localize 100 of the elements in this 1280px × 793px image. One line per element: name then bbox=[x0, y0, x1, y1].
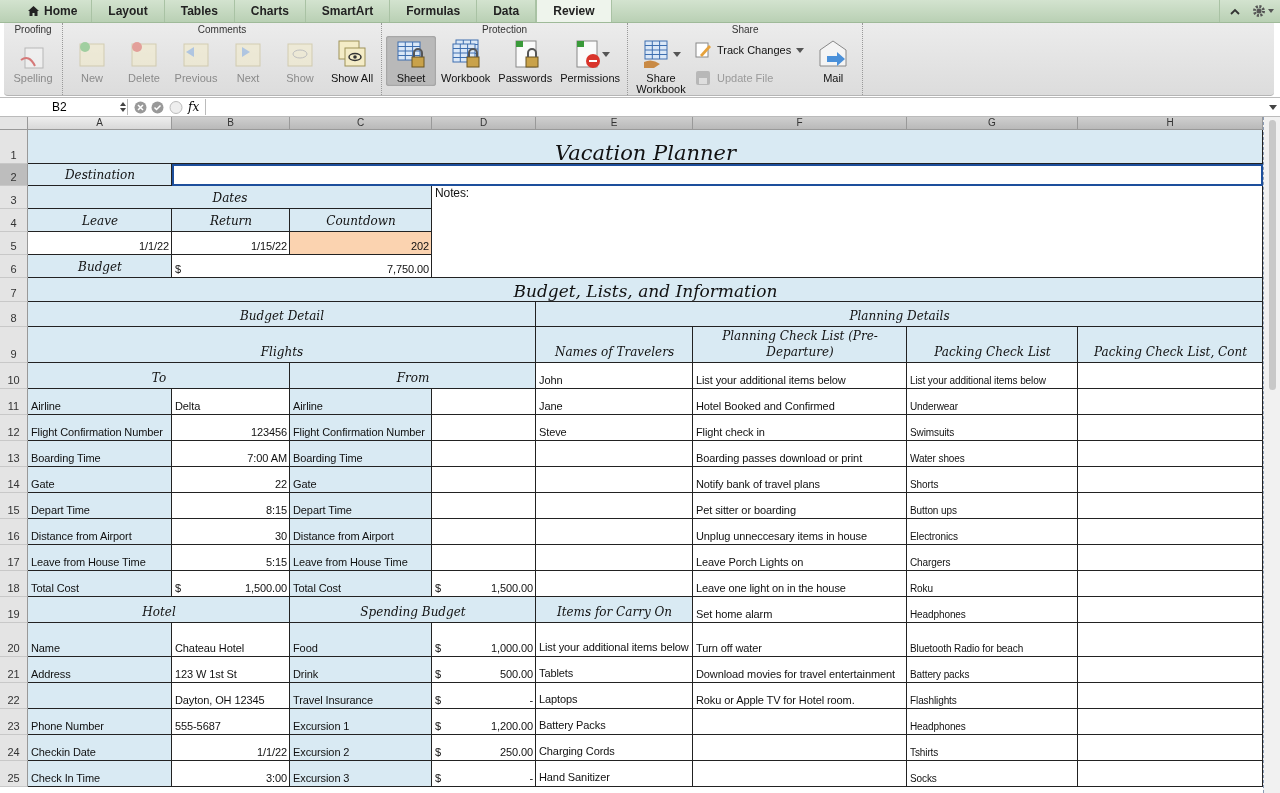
column-header[interactable]: C bbox=[290, 117, 432, 130]
label-cell[interactable]: Excursion 2 bbox=[290, 735, 432, 761]
table-cell[interactable] bbox=[1078, 709, 1263, 735]
table-cell[interactable] bbox=[1078, 493, 1263, 519]
table-cell[interactable]: 555-5687 bbox=[172, 709, 290, 735]
label-cell[interactable]: Airline bbox=[28, 389, 172, 415]
table-cell[interactable]: 1/1/22 bbox=[172, 735, 290, 761]
row-header[interactable]: 1 bbox=[0, 130, 28, 164]
table-cell[interactable]: Download movies for travel entertainment bbox=[693, 657, 907, 683]
row-header[interactable]: 7 bbox=[0, 278, 28, 302]
table-cell[interactable] bbox=[432, 415, 536, 441]
row-header[interactable]: 10 bbox=[0, 363, 28, 389]
header-cell[interactable]: Packing Check List bbox=[907, 327, 1078, 363]
table-cell[interactable]: Set home alarm bbox=[693, 597, 907, 623]
header-cell[interactable]: Dates bbox=[28, 186, 432, 209]
row-header[interactable]: 11 bbox=[0, 389, 28, 415]
label-cell[interactable]: Boarding Time bbox=[28, 441, 172, 467]
label-cell[interactable]: Airline bbox=[290, 389, 432, 415]
table-cell[interactable]: Underwear bbox=[907, 389, 1078, 415]
table-cell[interactable]: Battery packs bbox=[907, 657, 1078, 683]
table-cell[interactable]: $ 1,500.00 bbox=[172, 571, 290, 597]
table-cell[interactable] bbox=[1078, 571, 1263, 597]
column-header[interactable]: H bbox=[1078, 117, 1263, 130]
label-cell[interactable]: Total Cost bbox=[290, 571, 432, 597]
scroll-thumb[interactable] bbox=[1268, 120, 1276, 390]
table-cell[interactable] bbox=[1078, 519, 1263, 545]
table-cell[interactable]: $ 1,200.00 bbox=[432, 709, 536, 735]
table-cell[interactable]: List your additional items below bbox=[693, 363, 907, 389]
row-header[interactable]: 23 bbox=[0, 709, 28, 735]
table-cell[interactable]: Bluetooth Radio for beach bbox=[907, 623, 1078, 657]
table-cell[interactable]: 123 W 1st St bbox=[172, 657, 290, 683]
header-cell[interactable]: Budget bbox=[28, 255, 172, 278]
table-cell[interactable]: Headphones bbox=[907, 597, 1078, 623]
stepper-icon[interactable] bbox=[119, 101, 127, 113]
table-cell[interactable]: Leave Porch Lights on bbox=[693, 545, 907, 571]
ribbon-button[interactable]: Workbook bbox=[438, 36, 494, 86]
table-cell[interactable] bbox=[1078, 363, 1263, 389]
row-header[interactable]: 18 bbox=[0, 571, 28, 597]
label-cell[interactable]: Phone Number bbox=[28, 709, 172, 735]
table-cell[interactable]: 30 bbox=[172, 519, 290, 545]
table-cell[interactable] bbox=[432, 467, 536, 493]
table-cell[interactable]: Chargers bbox=[907, 545, 1078, 571]
name-box[interactable]: B2 bbox=[0, 99, 128, 115]
table-cell[interactable]: Socks bbox=[907, 761, 1078, 787]
table-cell[interactable] bbox=[693, 735, 907, 761]
table-cell[interactable]: 202 bbox=[290, 232, 432, 255]
table-cell[interactable]: Dayton, OH 12345 bbox=[172, 683, 290, 709]
table-cell[interactable] bbox=[1078, 683, 1263, 709]
label-cell[interactable]: Boarding Time bbox=[290, 441, 432, 467]
row-header[interactable]: 14 bbox=[0, 467, 28, 493]
table-cell[interactable]: Shorts bbox=[907, 467, 1078, 493]
ribbon-button[interactable]: Permissions bbox=[557, 36, 624, 86]
table-cell[interactable]: $ 7,750.00 bbox=[172, 255, 432, 278]
table-cell[interactable]: Tshirts bbox=[907, 735, 1078, 761]
section-title[interactable]: Budget, Lists, and Information bbox=[28, 278, 1263, 302]
header-cell[interactable]: Hotel bbox=[28, 597, 290, 623]
ribbon-button[interactable]: Mail bbox=[808, 36, 859, 86]
label-cell[interactable]: Leave from House Time bbox=[28, 545, 172, 571]
table-cell[interactable]: Boarding passes download or print bbox=[693, 441, 907, 467]
row-header[interactable]: 13 bbox=[0, 441, 28, 467]
header-cell[interactable]: Return bbox=[172, 209, 290, 232]
table-cell[interactable] bbox=[1078, 389, 1263, 415]
table-cell[interactable]: Button ups bbox=[907, 493, 1078, 519]
label-cell[interactable]: Flight Confirmation Number bbox=[290, 415, 432, 441]
table-cell[interactable] bbox=[432, 389, 536, 415]
table-cell[interactable]: Battery Packs bbox=[536, 709, 693, 735]
table-cell[interactable]: 5:15 bbox=[172, 545, 290, 571]
column-header[interactable]: A bbox=[28, 117, 172, 130]
row-header[interactable]: 15 bbox=[0, 493, 28, 519]
header-cell[interactable]: To bbox=[28, 363, 290, 389]
table-cell[interactable]: Jane bbox=[536, 389, 693, 415]
row-header[interactable]: 17 bbox=[0, 545, 28, 571]
table-cell[interactable] bbox=[432, 545, 536, 571]
sheet-title[interactable]: Vacation Planner bbox=[28, 130, 1263, 164]
table-cell[interactable] bbox=[1078, 735, 1263, 761]
row-header[interactable]: 5 bbox=[0, 232, 28, 255]
table-cell[interactable]: John bbox=[536, 363, 693, 389]
table-cell[interactable] bbox=[1078, 597, 1263, 623]
header-cell[interactable]: Planning Details bbox=[536, 302, 1263, 327]
table-cell[interactable]: 7:00 AM bbox=[172, 441, 290, 467]
label-cell[interactable]: Distance from Airport bbox=[290, 519, 432, 545]
row-header[interactable]: 16 bbox=[0, 519, 28, 545]
header-cell[interactable]: Items for Carry On bbox=[536, 597, 693, 623]
gear-icon[interactable] bbox=[1252, 4, 1274, 18]
row-header[interactable]: 9 bbox=[0, 327, 28, 363]
table-cell[interactable]: Roku bbox=[907, 571, 1078, 597]
table-cell[interactable] bbox=[693, 761, 907, 787]
table-cell[interactable]: $ - bbox=[432, 761, 536, 787]
table-cell[interactable]: Electronics bbox=[907, 519, 1078, 545]
row-header[interactable]: 19 bbox=[0, 597, 28, 623]
table-cell[interactable]: Notify bank of travel plans bbox=[693, 467, 907, 493]
table-cell[interactable] bbox=[1078, 545, 1263, 571]
table-cell[interactable] bbox=[536, 519, 693, 545]
label-cell[interactable]: Depart Time bbox=[290, 493, 432, 519]
table-cell[interactable] bbox=[536, 441, 693, 467]
ribbon-tab[interactable]: Tables bbox=[164, 0, 235, 22]
table-cell[interactable]: Hand Sanitizer bbox=[536, 761, 693, 787]
table-cell[interactable] bbox=[536, 545, 693, 571]
header-cell[interactable]: Countdown bbox=[290, 209, 432, 232]
table-cell[interactable] bbox=[1078, 623, 1263, 657]
